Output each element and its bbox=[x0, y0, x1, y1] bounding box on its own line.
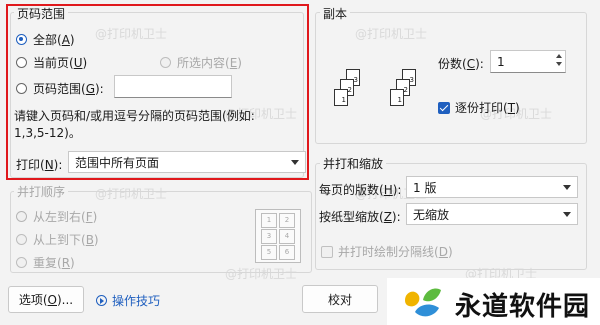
draw-borders-checkbox[interactable]: 并打时绘制分隔线(D) bbox=[321, 243, 453, 260]
copies-title: 副本 bbox=[320, 5, 351, 22]
radio-current-label: 当前页(U) bbox=[33, 56, 88, 70]
scale-to-paper-select[interactable]: 无缩放 bbox=[406, 203, 578, 225]
radio-ttb-dot bbox=[16, 234, 27, 245]
order-page-6: 6 bbox=[279, 245, 295, 260]
radio-page-range-dot bbox=[16, 83, 27, 94]
order-page-4: 4 bbox=[279, 229, 295, 244]
collate-illustration: 3 2 1 3 2 1 bbox=[330, 55, 430, 111]
radio-current-page[interactable]: 当前页(U) bbox=[16, 54, 87, 71]
chevron-down-icon bbox=[563, 212, 571, 217]
collate-label: 逐份打印(T) bbox=[455, 101, 520, 115]
check-icon bbox=[438, 101, 450, 114]
draw-borders-label: 并打时绘制分隔线(D) bbox=[338, 245, 453, 259]
radio-ltr-label: 从左到右(F) bbox=[33, 210, 98, 224]
radio-repeat-label: 重复(R) bbox=[33, 256, 75, 270]
options-button[interactable]: 选项(O)... bbox=[8, 286, 84, 313]
page-range-input[interactable] bbox=[114, 75, 232, 98]
stack2-page1: 1 bbox=[390, 89, 404, 106]
brand-logo-icon bbox=[405, 288, 441, 317]
order-page-3: 3 bbox=[261, 229, 277, 244]
copies-count-value: 1 bbox=[497, 54, 505, 69]
radio-current-dot bbox=[16, 57, 27, 68]
brand-banner: 永道软件园 bbox=[387, 278, 600, 325]
brand-name: 永道软件园 bbox=[455, 292, 591, 322]
pages-per-sheet-value: 1 版 bbox=[413, 180, 437, 195]
radio-selection[interactable]: 所选内容(E) bbox=[160, 54, 242, 71]
tips-label: 操作技巧 bbox=[112, 294, 161, 308]
page-range-hint-line2: 1,3,5-12)。 bbox=[14, 126, 81, 140]
print-what-select[interactable]: 范围中所有页面 bbox=[68, 151, 306, 173]
print-order-preview: 1 2 3 4 5 6 bbox=[255, 209, 301, 263]
proof-label: 校对 bbox=[327, 292, 352, 307]
print-what-label: 打印(N): bbox=[16, 158, 63, 172]
stepper-arrows-icon[interactable] bbox=[556, 54, 562, 66]
play-icon bbox=[96, 295, 107, 306]
radio-repeat-dot bbox=[16, 257, 27, 268]
tips-link[interactable]: 操作技巧 bbox=[96, 292, 160, 309]
collate-checkbox[interactable]: 逐份打印(T) bbox=[438, 99, 520, 116]
checkbox-empty-icon bbox=[321, 245, 333, 258]
radio-selection-dot bbox=[160, 57, 171, 68]
pages-per-sheet-select[interactable]: 1 版 bbox=[406, 176, 578, 198]
chevron-down-icon bbox=[563, 185, 571, 190]
radio-all-dot bbox=[16, 34, 27, 45]
order-page-5: 5 bbox=[261, 245, 277, 260]
copies-count-label: 份数(C): bbox=[438, 57, 484, 71]
radio-repeat[interactable]: 重复(R) bbox=[16, 254, 75, 271]
radio-top-to-bottom[interactable]: 从上到下(B) bbox=[16, 231, 99, 248]
radio-ttb-label: 从上到下(B) bbox=[33, 233, 99, 247]
radio-left-to-right[interactable]: 从左到右(F) bbox=[16, 208, 97, 225]
order-page-2: 2 bbox=[279, 213, 295, 228]
radio-all-label: 全部(A) bbox=[33, 33, 75, 47]
scale-to-paper-label: 按纸型缩放(Z): bbox=[319, 210, 401, 224]
radio-selection-label: 所选内容(E) bbox=[177, 56, 242, 70]
proof-button[interactable]: 校对 bbox=[302, 285, 378, 313]
zoom-title: 并打和缩放 bbox=[320, 155, 387, 172]
radio-ltr-dot bbox=[16, 211, 27, 222]
chevron-down-icon bbox=[291, 160, 299, 165]
stack1-page1: 1 bbox=[334, 89, 348, 106]
page-range-hint-line1: 请键入页码和/或用逗号分隔的页码范围(例如: bbox=[14, 109, 255, 123]
radio-page-range[interactable]: 页码范围(G): bbox=[16, 80, 104, 97]
radio-page-range-label: 页码范围(G): bbox=[33, 82, 104, 96]
page-range-title: 页码范围 bbox=[14, 5, 69, 22]
pages-per-sheet-label: 每页的版数(H): bbox=[319, 183, 402, 197]
radio-all[interactable]: 全部(A) bbox=[16, 31, 75, 48]
order-page-1: 1 bbox=[261, 213, 277, 228]
scale-to-paper-value: 无缩放 bbox=[413, 207, 450, 222]
print-order-title: 并打顺序 bbox=[14, 183, 69, 200]
copies-count-stepper[interactable]: 1 bbox=[490, 50, 566, 73]
print-what-value: 范围中所有页面 bbox=[75, 155, 160, 170]
